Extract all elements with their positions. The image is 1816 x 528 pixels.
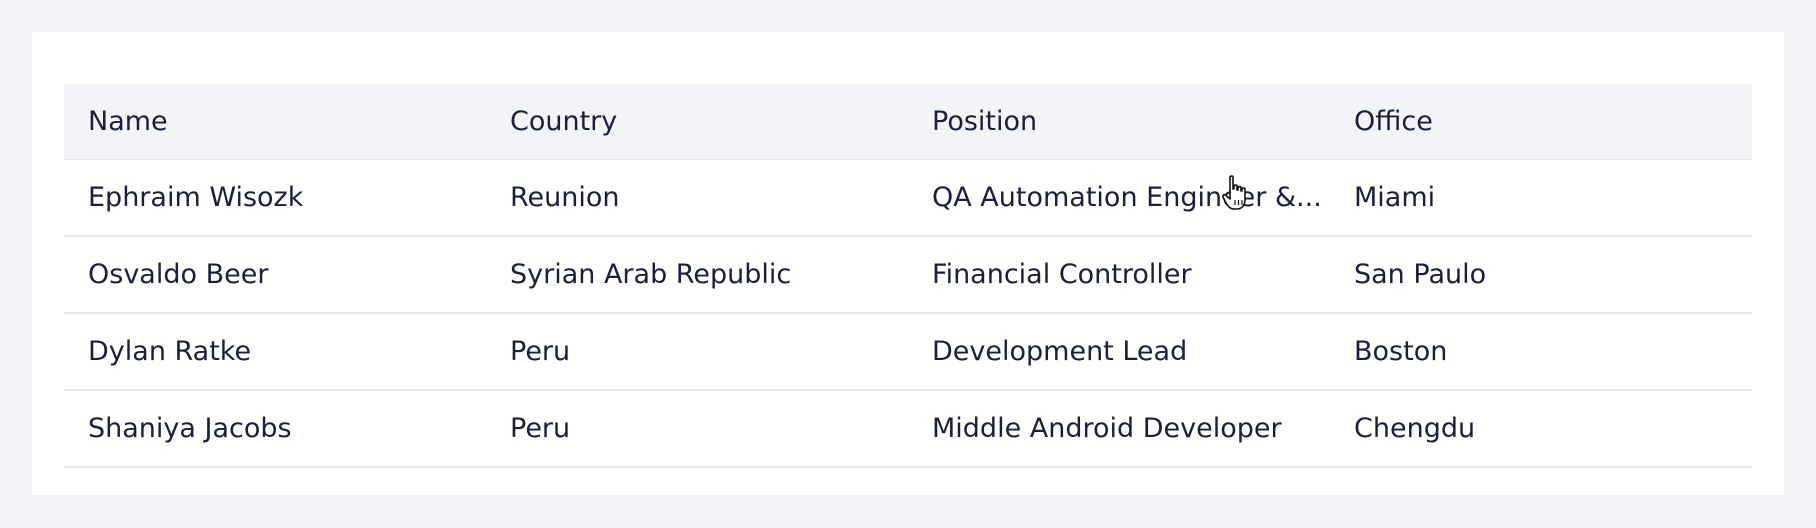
cell-position: QA Automation Engineer &... bbox=[908, 159, 1330, 237]
column-header-position[interactable]: Position bbox=[908, 84, 1330, 160]
cell-country: Syrian Arab Republic bbox=[486, 236, 908, 314]
table-row[interactable]: Osvaldo Beer Syrian Arab Republic Financ… bbox=[64, 236, 1752, 314]
cell-country: Reunion bbox=[486, 159, 908, 237]
cell-office: Boston bbox=[1330, 313, 1752, 391]
cell-office: San Paulo bbox=[1330, 236, 1752, 314]
cell-country: Peru bbox=[486, 313, 908, 391]
column-header-country[interactable]: Country bbox=[486, 84, 908, 160]
table-row[interactable]: Dylan Ratke Peru Development Lead Boston bbox=[64, 313, 1752, 391]
table-header: Name Country Position Office bbox=[64, 84, 1752, 160]
table-row[interactable]: Ephraim Wisozk Reunion QA Automation Eng… bbox=[64, 159, 1752, 237]
table-row[interactable]: Shaniya Jacobs Peru Middle Android Devel… bbox=[64, 390, 1752, 468]
employee-table: Name Country Position Office Ephraim Wis… bbox=[64, 84, 1752, 468]
cell-name: Ephraim Wisozk bbox=[64, 159, 486, 237]
cell-office: Chengdu bbox=[1330, 390, 1752, 468]
column-header-office[interactable]: Office bbox=[1330, 84, 1752, 160]
table-header-row: Name Country Position Office bbox=[64, 84, 1752, 160]
cell-office: Miami bbox=[1330, 159, 1752, 237]
cell-name: Dylan Ratke bbox=[64, 313, 486, 391]
cell-name: Osvaldo Beer bbox=[64, 236, 486, 314]
cell-position: Development Lead bbox=[908, 313, 1330, 391]
table-body: Ephraim Wisozk Reunion QA Automation Eng… bbox=[64, 159, 1752, 468]
cell-country: Peru bbox=[486, 390, 908, 468]
column-header-name[interactable]: Name bbox=[64, 84, 486, 160]
cell-name: Shaniya Jacobs bbox=[64, 390, 486, 468]
cell-position: Financial Controller bbox=[908, 236, 1330, 314]
table-card: Name Country Position Office Ephraim Wis… bbox=[32, 32, 1784, 495]
cell-position: Middle Android Developer bbox=[908, 390, 1330, 468]
